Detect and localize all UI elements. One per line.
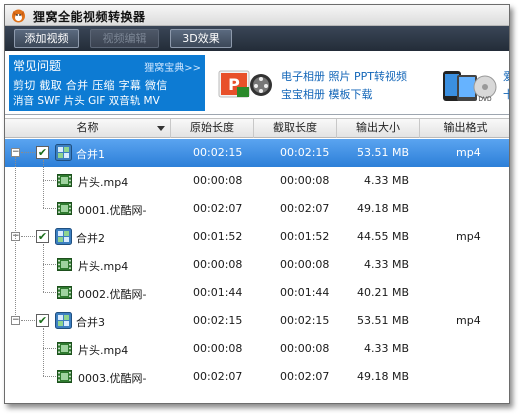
tree-connector xyxy=(21,236,35,237)
faq-topics-line1[interactable]: 剪切 截取 合并 压缩 字幕 微信 xyxy=(13,77,168,93)
tree-connector xyxy=(43,244,44,292)
child-row[interactable]: 片头.mp4 00:00:08 00:00:08 4.33 MB xyxy=(5,167,509,195)
group-row[interactable]: − ✔ 合并1 00:02:15 00:02:15 53.51 MB mp4 xyxy=(5,139,509,167)
faq-topics-line2[interactable]: 消音 SWF 片头 GIF 双音轨 MV xyxy=(13,93,160,108)
group-row[interactable]: − ✔ 合并3 00:02:15 00:02:15 53.51 MB mp4 xyxy=(5,307,509,335)
output-size-cell: 4.33 MB xyxy=(363,342,409,355)
toolbar: 添加视频 视频编辑 3D效果 xyxy=(5,26,509,51)
tree-connector xyxy=(21,320,35,321)
faq-title: 常见问题 xyxy=(13,59,62,73)
promo-link-cut-bottom[interactable]: 卡 xyxy=(503,86,509,102)
header-output-format[interactable]: 输出格式 xyxy=(420,119,509,138)
output-size-cell: 4.33 MB xyxy=(363,258,409,271)
tree-connector xyxy=(15,157,16,315)
tree-connector xyxy=(43,292,56,293)
output-size-cell: 53.51 MB xyxy=(356,146,409,159)
output-size-cell: 40.21 MB xyxy=(356,286,409,299)
tree-connector xyxy=(43,160,44,208)
edit-video-button[interactable]: 视频编辑 xyxy=(90,29,159,48)
output-size-cell: 49.18 MB xyxy=(356,202,409,215)
sort-down-icon[interactable] xyxy=(157,126,165,131)
promo-link-album[interactable]: 电子相册 照片 PPT转视频 xyxy=(281,68,407,84)
file-list-table: 名称 原始长度 截取长度 输出大小 输出格式 − ✔ 合并1 00:02:15 00:0… xyxy=(5,115,509,403)
3d-effect-button[interactable]: 3D效果 xyxy=(170,29,232,48)
mobile-devices-icon: DVD xyxy=(443,71,497,103)
promo-banner: 常见问题 狸窝宝典>> 剪切 截取 合并 压缩 字幕 微信 消音 SWF 片头 … xyxy=(5,51,509,115)
tree-connector xyxy=(43,376,56,377)
faq-panel: 常见问题 狸窝宝典>> 剪切 截取 合并 压缩 字幕 微信 消音 SWF 片头 … xyxy=(9,55,205,111)
promo-link-cut-top[interactable]: 爱 xyxy=(503,68,509,84)
output-format-cell[interactable]: mp4 xyxy=(456,146,481,159)
ppt-album-icon: P xyxy=(218,70,272,98)
faq-guide-link[interactable]: 狸窝宝典>> xyxy=(144,59,201,74)
tree-connector xyxy=(43,348,56,349)
app-window: 狸窝全能视频转换器 添加视频 视频编辑 3D效果 常见问题 狸窝宝典>> 剪切 … xyxy=(4,4,510,404)
child-row[interactable]: 0003.优酷网- 00:02:07 00:02:07 49.18 MB xyxy=(5,363,509,391)
tree-connector xyxy=(43,264,56,265)
table-header: 名称 原始长度 截取长度 输出大小 输出格式 xyxy=(5,118,509,138)
header-name-label: 名称 xyxy=(76,121,99,134)
header-name[interactable]: 名称 xyxy=(5,119,171,138)
app-title: 狸窝全能视频转换器 xyxy=(33,10,146,24)
output-format-cell[interactable]: mp4 xyxy=(456,314,481,327)
child-row[interactable]: 片头.mp4 00:00:08 00:00:08 4.33 MB xyxy=(5,335,509,363)
title-bar: 狸窝全能视频转换器 xyxy=(5,5,509,26)
group-row[interactable]: − ✔ 合并2 00:01:52 00:01:52 44.55 MB mp4 xyxy=(5,223,509,251)
fox-logo-icon xyxy=(12,9,25,23)
svg-text:DVD: DVD xyxy=(478,96,492,103)
promo-link-baby-album[interactable]: 宝宝相册 模板下载 xyxy=(281,86,373,102)
child-row[interactable]: 0001.优酷网- 00:02:07 00:02:07 49.18 MB xyxy=(5,195,509,223)
tree-connector xyxy=(43,328,44,376)
output-size-cell: 49.18 MB xyxy=(356,370,409,383)
child-row[interactable]: 0002.优酷网- 00:01:44 00:01:44 40.21 MB xyxy=(5,279,509,307)
output-size-cell: 4.33 MB xyxy=(363,174,409,187)
tree-connector xyxy=(43,180,56,181)
child-row[interactable]: 片头.mp4 00:00:08 00:00:08 4.33 MB xyxy=(5,251,509,279)
header-cut-length[interactable]: 截取长度 xyxy=(254,119,337,138)
header-output-size[interactable]: 输出大小 xyxy=(337,119,420,138)
output-size-cell: 44.55 MB xyxy=(356,230,409,243)
tree-connector xyxy=(43,208,56,209)
header-original-length[interactable]: 原始长度 xyxy=(171,119,254,138)
output-format-cell[interactable]: mp4 xyxy=(456,230,481,243)
tree-connector xyxy=(21,152,35,153)
add-video-button[interactable]: 添加视频 xyxy=(14,29,79,48)
output-size-cell: 53.51 MB xyxy=(356,314,409,327)
